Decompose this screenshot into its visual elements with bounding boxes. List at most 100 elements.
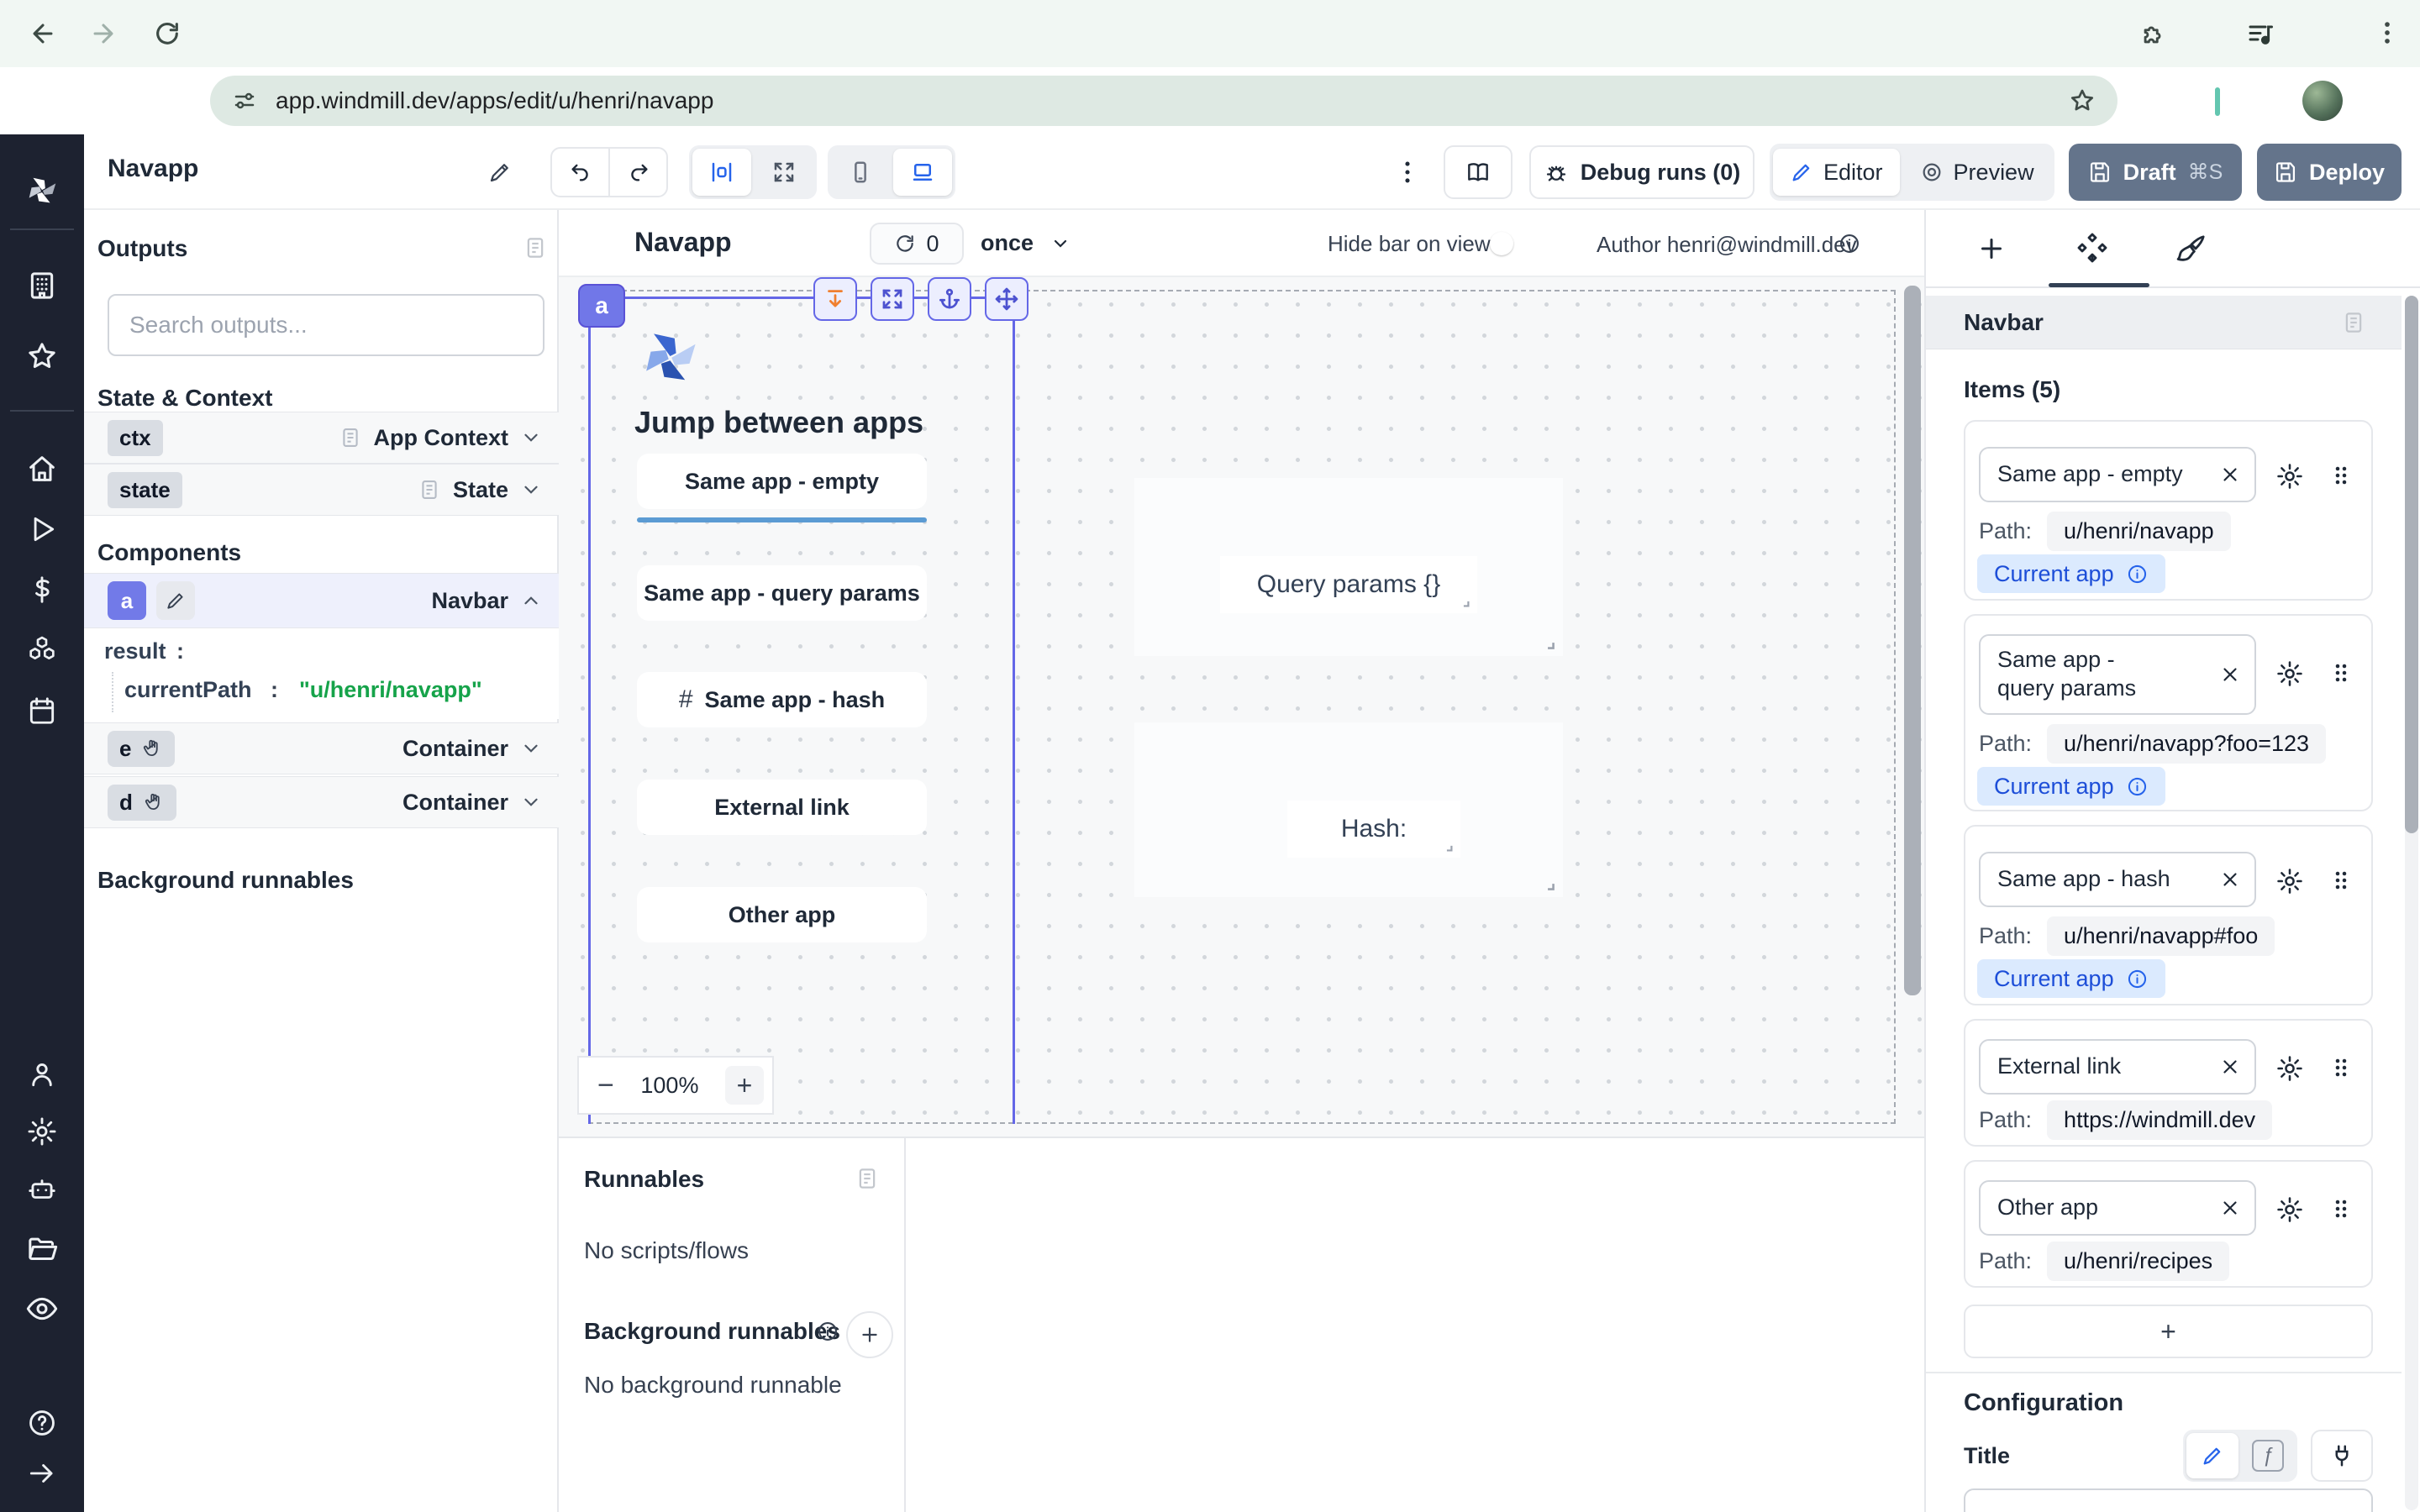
item-settings-icon[interactable] xyxy=(2275,462,2304,491)
ctx-row[interactable]: ctx App Context xyxy=(84,412,559,464)
drag-handle-icon[interactable] xyxy=(2328,867,2354,894)
collapse-sidebar-icon[interactable] xyxy=(26,1457,58,1489)
schedules-icon[interactable] xyxy=(26,695,58,727)
hash-text-box[interactable]: Hash: xyxy=(1287,801,1460,858)
url-bar[interactable]: app.windmill.dev/apps/edit/u/henri/navap… xyxy=(210,76,2118,126)
drag-handle-icon[interactable] xyxy=(2328,659,2354,686)
back-icon[interactable] xyxy=(29,19,57,48)
drag-handle-icon[interactable] xyxy=(2328,462,2354,489)
desktop-view-button[interactable] xyxy=(893,149,952,196)
help-icon[interactable] xyxy=(26,1407,58,1439)
result-key[interactable]: result xyxy=(104,638,166,664)
zoom-out-button[interactable]: − xyxy=(597,1069,614,1102)
refresh-count-button[interactable]: 0 xyxy=(870,223,964,265)
component-id-badge[interactable]: a xyxy=(108,581,146,620)
resize-handle-icon[interactable] xyxy=(1437,836,1455,854)
nav-item-same-app-empty[interactable]: Same app - empty xyxy=(637,454,927,509)
navbar-component-row[interactable]: a Navbar xyxy=(84,573,559,628)
deploy-button[interactable]: Deploy xyxy=(2257,144,2402,201)
variables-icon[interactable] xyxy=(26,574,58,606)
rename-pencil-icon[interactable] xyxy=(487,160,513,185)
draft-button[interactable]: Draft ⌘S xyxy=(2069,144,2242,201)
path-value[interactable]: u/henri/recipes xyxy=(2047,1242,2229,1281)
nav-item-hash[interactable]: # Same app - hash xyxy=(637,672,927,727)
path-value[interactable]: https://windmill.dev xyxy=(2047,1100,2272,1140)
audit-eye-icon[interactable] xyxy=(25,1292,59,1326)
insert-component-tab[interactable] xyxy=(1976,234,2007,264)
windmill-logo-icon[interactable] xyxy=(23,172,61,211)
hash-container[interactable]: Hash: xyxy=(1134,722,1563,897)
resize-handle-icon[interactable] xyxy=(1536,631,1558,653)
currentpath-key[interactable]: currentPath xyxy=(124,677,252,703)
folders-icon[interactable] xyxy=(25,1231,59,1265)
edit-component-icon[interactable] xyxy=(156,581,195,620)
container-d-chip[interactable]: d xyxy=(108,785,176,821)
doc-icon[interactable] xyxy=(523,235,548,260)
info-icon[interactable] xyxy=(816,1320,839,1343)
drag-handle-icon[interactable] xyxy=(2328,1195,2354,1222)
users-icon[interactable] xyxy=(26,1058,58,1090)
resources-icon[interactable] xyxy=(25,633,59,667)
close-icon[interactable] xyxy=(2219,1056,2241,1078)
container-e-chip[interactable]: e xyxy=(108,731,175,767)
item-label-input[interactable]: Same app - empty xyxy=(1979,447,2256,502)
runs-icon[interactable] xyxy=(26,513,58,545)
canvas-scrollbar[interactable] xyxy=(1904,286,1921,995)
info-icon[interactable] xyxy=(2126,775,2149,798)
chevron-down-icon[interactable] xyxy=(1050,234,1071,254)
centered-layout-button[interactable] xyxy=(692,149,751,196)
doc-icon[interactable] xyxy=(2341,310,2366,335)
path-value[interactable]: u/henri/navapp#foo xyxy=(2047,916,2275,956)
avatar[interactable] xyxy=(2302,81,2343,121)
nav-item-other-app[interactable]: Other app xyxy=(637,887,927,942)
redo-icon[interactable] xyxy=(610,160,666,184)
info-icon[interactable] xyxy=(1838,232,1861,255)
selected-component-badge[interactable]: a xyxy=(578,284,625,328)
container-d-row[interactable]: d Container xyxy=(84,776,559,828)
connect-plug-button[interactable] xyxy=(2311,1430,2373,1482)
canvas-body[interactable]: a Jump between apps Same app - empty Sam… xyxy=(559,277,1924,1137)
drag-handle-icon[interactable] xyxy=(2328,1054,2354,1081)
debug-runs-button[interactable]: Debug runs (0) xyxy=(1529,145,1754,199)
state-id-chip[interactable]: state xyxy=(108,472,182,508)
mobile-view-button[interactable] xyxy=(831,149,890,196)
run-mode-select[interactable]: once xyxy=(981,230,1034,256)
docs-button[interactable] xyxy=(1444,145,1512,199)
site-settings-icon[interactable] xyxy=(232,88,257,113)
component-settings-tab[interactable] xyxy=(2075,232,2109,265)
info-icon[interactable] xyxy=(2126,968,2149,990)
header-menu-icon[interactable] xyxy=(1393,158,1422,186)
info-icon[interactable] xyxy=(2126,563,2149,585)
close-icon[interactable] xyxy=(2219,464,2241,486)
close-icon[interactable] xyxy=(2219,664,2241,685)
container-e-row[interactable]: e Container xyxy=(84,722,559,774)
workspace-icon[interactable] xyxy=(25,269,59,302)
preview-tab[interactable]: Preview xyxy=(1903,149,2051,196)
styling-tab[interactable] xyxy=(2175,232,2208,265)
function-mode-button[interactable]: ƒ xyxy=(2242,1433,2294,1478)
nav-item-external-link[interactable]: External link xyxy=(637,780,927,835)
nav-item-query-params[interactable]: Same app - query params xyxy=(637,565,927,621)
editor-tab[interactable]: Editor xyxy=(1773,149,1900,196)
item-label-input[interactable]: External link xyxy=(1979,1039,2256,1095)
favorites-icon[interactable] xyxy=(25,339,59,373)
query-params-text-box[interactable]: Query params {} xyxy=(1220,556,1477,613)
expand-component-button[interactable] xyxy=(871,277,914,321)
title-value-input[interactable] xyxy=(1964,1488,2373,1512)
reload-icon[interactable] xyxy=(153,19,182,48)
workers-icon[interactable] xyxy=(26,1173,58,1205)
bookmark-star-icon[interactable] xyxy=(2069,87,2096,114)
doc-icon[interactable] xyxy=(855,1166,880,1191)
settings-icon[interactable] xyxy=(26,1116,58,1147)
forward-icon[interactable] xyxy=(89,19,118,48)
item-settings-icon[interactable] xyxy=(2275,659,2304,688)
url-text[interactable]: app.windmill.dev/apps/edit/u/henri/navap… xyxy=(276,87,713,114)
ctx-id-chip[interactable]: ctx xyxy=(108,420,163,456)
close-icon[interactable] xyxy=(2219,1197,2241,1219)
extensions-icon[interactable] xyxy=(2139,19,2168,48)
static-mode-button[interactable] xyxy=(2186,1433,2238,1478)
item-settings-icon[interactable] xyxy=(2275,1054,2304,1083)
undo-icon[interactable] xyxy=(552,149,610,196)
anchor-component-button[interactable] xyxy=(928,277,971,321)
item-label-input[interactable]: Other app xyxy=(1979,1180,2256,1236)
